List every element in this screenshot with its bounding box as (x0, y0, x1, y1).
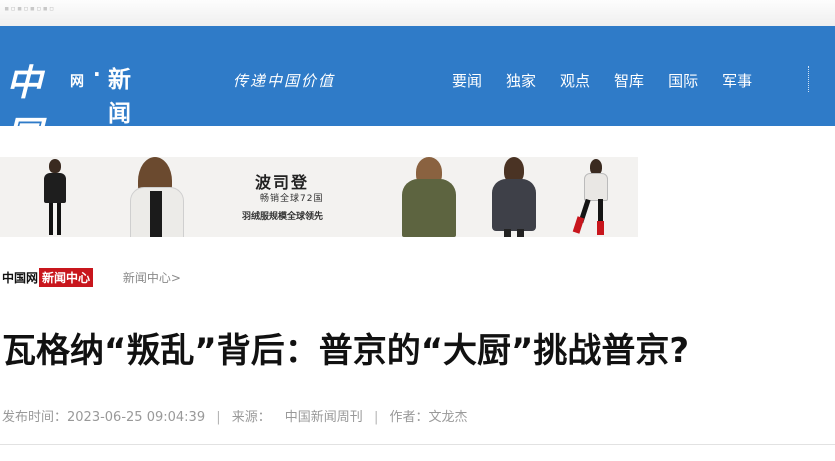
breadcrumb-site[interactable]: 中国网 (2, 271, 38, 285)
author-name: 文龙杰 (428, 410, 468, 425)
article-title: 瓦格纳“叛乱”背后：普京的“大厨”挑战普京? (2, 331, 690, 371)
nav-item-headlines[interactable]: 要闻 (452, 70, 482, 91)
nav-item-thinktank[interactable]: 智库 (614, 70, 644, 91)
ad-model-figure-3 (398, 157, 460, 237)
published-label: 发布时间： (2, 410, 68, 425)
logo-main-text: 中国 (6, 62, 42, 156)
main-nav: 要闻 独家 观点 智库 国际 军事 (452, 70, 776, 91)
ad-model-figure-4 (490, 157, 538, 237)
ad-model-figure-1 (40, 157, 70, 237)
ad-model-figure-2 (124, 157, 188, 237)
meta-divider (0, 444, 835, 445)
nav-item-opinion[interactable]: 观点 (560, 70, 590, 91)
nav-item-exclusive[interactable]: 独家 (506, 70, 536, 91)
breadcrumb: 中国网 新闻中心 新闻中心> (2, 268, 181, 287)
source-name[interactable]: 中国新闻周刊 (285, 410, 363, 425)
ad-model-figure-5 (572, 157, 612, 237)
nav-item-military[interactable]: 军事 (722, 70, 752, 91)
author-label: 作者： (389, 410, 429, 425)
meta-separator-1: | (216, 410, 221, 425)
site-header: 中国 网 · 新闻中心 传递中国价值 要闻 独家 观点 智库 国际 军事 (0, 26, 835, 195)
meta-separator-2: | (373, 410, 379, 425)
top-strip-dots: ▪▫▪▫▪▫▪▫ (4, 4, 56, 14)
ad-brand-subline: 畅销全球72国 (260, 194, 324, 204)
source-label: 来源： (231, 410, 271, 425)
ad-brand-name: 波司登 (255, 173, 310, 192)
browser-top-strip: ▪▫▪▫▪▫▪▫ (0, 0, 835, 26)
logo-dot: · (93, 62, 101, 86)
breadcrumb-link[interactable]: 新闻中心> (123, 271, 181, 285)
nav-divider (808, 66, 809, 92)
site-slogan: 传递中国价值 (233, 72, 336, 90)
nav-item-international[interactable]: 国际 (668, 70, 698, 91)
ad-banner[interactable]: 波司登 畅销全球72国 羽绒服规模全球领先 (0, 157, 638, 237)
ad-brand-slogan: 羽绒服规模全球领先 (242, 212, 324, 222)
breadcrumb-section-tag[interactable]: 新闻中心 (39, 268, 94, 287)
logo-wang-text: 网 (70, 74, 84, 90)
published-time: 2023-06-25 09:04:39 (67, 410, 206, 425)
article-meta: 发布时间：2023-06-25 09:04:39 | 来源： 中国新闻周刊 | 作… (2, 406, 468, 425)
